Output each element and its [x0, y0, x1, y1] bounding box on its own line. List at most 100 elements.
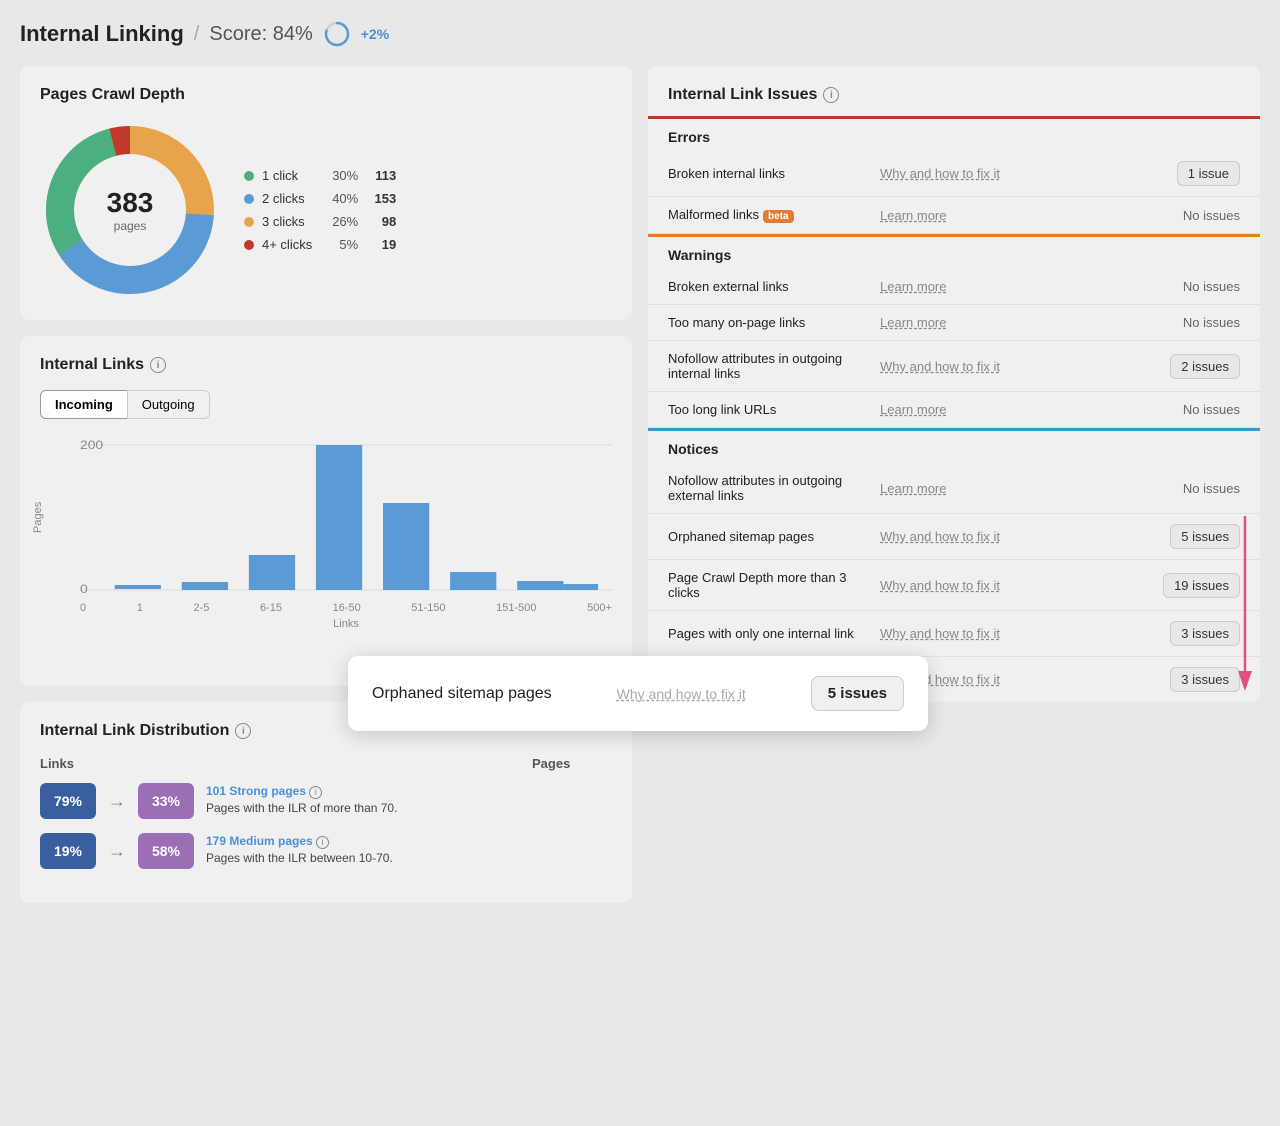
dist-desc-1: 179 Medium pages i Pages with the ILR be…	[206, 833, 393, 867]
score-delta: +2%	[361, 26, 389, 42]
internal-links-info-icon[interactable]: i	[150, 357, 166, 373]
tab-incoming[interactable]: Incoming	[40, 390, 127, 419]
issue-row-1-1: Too many on-page links Learn more No iss…	[648, 305, 1260, 341]
issue-row-0-1: Malformed linksbeta Learn more No issues	[648, 197, 1260, 234]
orphaned-link[interactable]: Why and how to fix it	[572, 686, 791, 702]
left-column: Pages Crawl Depth 383	[20, 66, 632, 903]
arrow-annotation	[1220, 516, 1270, 716]
donut-section: 383 pages 1 click 30% 113 2 clicks 40% 1…	[40, 120, 612, 300]
legend-pct-2: 26%	[320, 214, 358, 229]
issue-name-2-1: Orphaned sitemap pages	[668, 529, 868, 544]
issue-name-0-1: Malformed linksbeta	[668, 207, 868, 223]
legend-item-3: 4+ clicks 5% 19	[244, 237, 396, 252]
bar-chart-svg: 200 0	[80, 435, 612, 595]
dist-links-pct-0: 79%	[40, 783, 96, 819]
dist-arrow-1: →	[108, 841, 126, 862]
issue-link-1-0[interactable]: Learn more	[880, 279, 1171, 294]
dist-arrow-0: →	[108, 791, 126, 812]
issue-link-2-0[interactable]: Learn more	[880, 481, 1171, 496]
bar-chart-y-label: Pages	[32, 502, 44, 533]
distribution-info-icon[interactable]: i	[235, 723, 251, 739]
issue-row-2-1: Orphaned sitemap pages Why and how to fi…	[648, 514, 1260, 560]
issue-row-1-2: Nofollow attributes in outgoing internal…	[648, 341, 1260, 392]
crawl-depth-card: Pages Crawl Depth 383	[20, 66, 632, 320]
beta-badge: beta	[763, 210, 794, 223]
issue-status-2-0: No issues	[1183, 481, 1240, 496]
issue-name-2-3: Pages with only one internal link	[668, 626, 868, 641]
issue-row-2-0: Nofollow attributes in outgoing external…	[648, 463, 1260, 514]
orphaned-badge[interactable]: 5 issues	[811, 676, 904, 711]
dist-info-icon-1[interactable]: i	[316, 836, 329, 849]
issue-link-0-0[interactable]: Why and how to fix it	[880, 166, 1165, 181]
issue-link-1-2[interactable]: Why and how to fix it	[880, 359, 1158, 374]
dist-info-icon-0[interactable]: i	[309, 786, 322, 799]
issue-link-2-1[interactable]: Why and how to fix it	[880, 529, 1158, 544]
donut-label: pages	[107, 219, 154, 233]
distribution-header: Links Pages	[40, 756, 612, 771]
legend-dot-2	[244, 217, 254, 227]
issue-status-1-0: No issues	[1183, 279, 1240, 294]
section-label-warnings: Warnings	[648, 237, 1260, 269]
issue-badge-0-0[interactable]: 1 issue	[1177, 161, 1240, 186]
tab-outgoing[interactable]: Outgoing	[127, 390, 210, 419]
legend-label-0: 1 click	[262, 168, 312, 183]
issue-name-2-2: Page Crawl Depth more than 3 clicks	[668, 570, 868, 600]
issue-link-2-3[interactable]: Why and how to fix it	[880, 626, 1158, 641]
legend-item-0: 1 click 30% 113	[244, 168, 396, 183]
legend-label-2: 3 clicks	[262, 214, 312, 229]
dist-desc-0: 101 Strong pages i Pages with the ILR of…	[206, 783, 397, 817]
legend-item-2: 3 clicks 26% 98	[244, 214, 396, 229]
issue-link-1-1[interactable]: Learn more	[880, 315, 1171, 330]
donut-chart: 383 pages	[40, 120, 220, 300]
legend-label-1: 2 clicks	[262, 191, 312, 206]
issue-badge-1-2[interactable]: 2 issues	[1170, 354, 1240, 379]
orphaned-name: Orphaned sitemap pages	[372, 685, 552, 703]
dist-pages-pct-1: 58%	[138, 833, 194, 869]
issues-card-title: Internal Link Issues i	[648, 66, 1260, 116]
legend-item-1: 2 clicks 40% 153	[244, 191, 396, 206]
crawl-depth-legend: 1 click 30% 113 2 clicks 40% 153 3 click…	[244, 168, 396, 252]
main-grid: Pages Crawl Depth 383	[20, 66, 1260, 903]
issues-info-icon[interactable]: i	[823, 87, 839, 103]
distribution-card: Internal Link Distribution i Links Pages…	[20, 702, 632, 903]
score-separator: /	[194, 23, 200, 46]
legend-pct-0: 30%	[320, 168, 358, 183]
legend-dot-1	[244, 194, 254, 204]
issue-link-0-1[interactable]: Learn more	[880, 208, 1171, 223]
svg-text:200: 200	[80, 438, 103, 452]
issue-status-1-3: No issues	[1183, 402, 1240, 417]
dist-row-0: 79% → 33% 101 Strong pages i Pages with …	[40, 783, 612, 819]
dist-links-pct-1: 19%	[40, 833, 96, 869]
legend-count-1: 153	[366, 191, 396, 206]
legend-pct-1: 40%	[320, 191, 358, 206]
issue-name-0-0: Broken internal links	[668, 166, 868, 181]
internal-links-card: Internal Links i Incoming Outgoing Pages…	[20, 336, 632, 686]
issue-row-2-3: Pages with only one internal link Why an…	[648, 611, 1260, 657]
donut-number: 383	[107, 187, 154, 219]
issue-row-0-0: Broken internal links Why and how to fix…	[648, 151, 1260, 197]
page-title: Internal Linking	[20, 21, 184, 47]
internal-links-title: Internal Links i	[40, 356, 612, 374]
issues-content: Errors Broken internal links Why and how…	[648, 116, 1260, 702]
issue-row-2-2: Page Crawl Depth more than 3 clicks Why …	[648, 560, 1260, 611]
dist-pages-pct-0: 33%	[138, 783, 194, 819]
score-circle-icon	[323, 20, 351, 48]
score-text: Score: 84%	[209, 23, 312, 46]
tab-bar: Incoming Outgoing	[40, 390, 612, 419]
crawl-depth-title: Pages Crawl Depth	[40, 86, 612, 104]
issue-link-2-2[interactable]: Why and how to fix it	[880, 578, 1151, 593]
donut-center: 383 pages	[107, 187, 154, 233]
dist-link-0[interactable]: 101 Strong pages	[206, 784, 306, 798]
legend-label-3: 4+ clicks	[262, 237, 312, 252]
issue-name-1-0: Broken external links	[668, 279, 868, 294]
dist-link-1[interactable]: 179 Medium pages	[206, 834, 313, 848]
issues-card: Internal Link Issues i Errors Broken int…	[648, 66, 1260, 702]
legend-count-0: 113	[366, 168, 396, 183]
issue-link-1-3[interactable]: Learn more	[880, 402, 1171, 417]
legend-dot-0	[244, 171, 254, 181]
issue-row-1-0: Broken external links Learn more No issu…	[648, 269, 1260, 305]
legend-count-3: 19	[366, 237, 396, 252]
dist-row-1: 19% → 58% 179 Medium pages i Pages with …	[40, 833, 612, 869]
bar-chart-x-labels: 0 1 2-5 6-15 16-50 51-150 151-500 500+	[80, 598, 612, 614]
section-label-errors: Errors	[648, 119, 1260, 151]
